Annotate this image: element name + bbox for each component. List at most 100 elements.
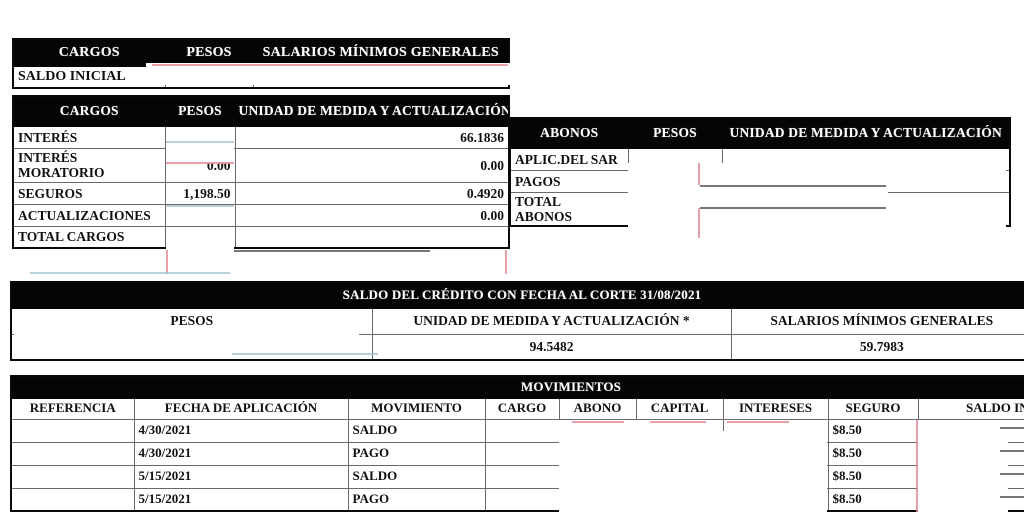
col-header-uma: UNIDAD DE MEDIDA Y ACTUALIZACIÓN [721,117,1011,149]
cell-pagos-pesos [627,169,723,193]
col-header-abonos: ABONOS [509,117,629,149]
saldo-inicial-table: CARGOS PESOS SALARIOS MÍNIMOS GENERALES … [12,38,510,90]
table-row: PAGOS [509,169,1011,193]
cell-abono [558,441,637,466]
row-label-interes-moratorio: INTERÉS MORATORIO [12,147,166,183]
cell-pagos-uma [721,169,1011,193]
table-row: APLIC.DEL SAR [509,147,1011,171]
cell-aplic-del-sar-pesos [627,147,723,171]
cell-saldo-insoluto [917,464,1024,489]
cell-fecha: 5/15/2021 [133,487,349,512]
cell-cargo [484,487,560,512]
cell-interes-pesos [164,125,236,149]
cell-interes-uma: 66.1836 [234,125,510,149]
abonos-table: ABONOS PESOS UNIDAD DE MEDIDA Y ACTUALIZ… [509,117,1011,228]
label-line-2: MORATORIO [18,165,105,181]
cell-saldo-insoluto [917,418,1024,443]
col-header-pesos: PESOS [164,95,236,127]
movimientos-title: MOVIMIENTOS [10,375,1024,399]
cell-seguros-uma: 0.4920 [234,181,510,205]
col-header-saldo-insoluto: SALDO INSOLUTO [917,397,1024,420]
movimientos-table: MOVIMIENTOS REFERENCIA FECHA DE APLICACI… [10,375,1024,512]
col-header-uma: UNIDAD DE MEDIDA Y ACTUALIZACIÓN [234,95,510,127]
cell-fecha: 5/15/2021 [133,464,349,489]
col-header-fecha-aplicacion: FECHA DE APLICACIÓN [133,397,349,420]
saldo-credito-title-row: SALDO DEL CRÉDITO CON FECHA AL CORTE 31/… [10,281,1024,309]
cargos-header-row: CARGOS PESOS UNIDAD DE MEDIDA Y ACTUALIZ… [12,95,510,127]
row-label-aplic-del-sar: APLIC.DEL SAR [509,147,629,171]
cell-referencia [10,418,135,443]
cell-capital [635,441,724,466]
table-row: INTERÉS 66.1836 [12,125,510,149]
cell-total-abonos-uma [721,191,1011,227]
cell-intereses [722,487,829,512]
cell-capital [635,487,724,512]
col-header-seguro: SEGURO [827,397,919,420]
cell-intereses [722,418,829,443]
cell-seguro: $8.50 [827,418,919,443]
cell-seguro: $8.50 [827,441,919,466]
col-header-cargos: CARGOS [12,38,166,67]
cell-actualizaciones-pesos [164,203,236,227]
cell-interes-moratorio-uma: 0.00 [234,147,510,183]
col-header-capital: CAPITAL [635,397,724,420]
cell-aplic-del-sar-uma [721,147,1011,171]
label-line-1: INTERÉS [18,149,78,165]
movimientos-header-row: REFERENCIA FECHA DE APLICACIÓN MOVIMIENT… [10,397,1024,420]
cell-cargo [484,418,560,443]
cargos-table: CARGOS PESOS UNIDAD DE MEDIDA Y ACTUALIZ… [12,95,510,250]
saldo-credito-title: SALDO DEL CRÉDITO CON FECHA AL CORTE 31/… [10,281,1024,309]
col-header-movimiento: MOVIMIENTO [347,397,486,420]
col-header-pesos: PESOS [10,307,373,335]
scan-teal-line [30,272,230,274]
table-row: SALDO INICIAL [12,65,510,89]
cell-referencia [10,464,135,489]
col-header-referencia: REFERENCIA [10,397,135,420]
cell-referencia [10,487,135,512]
cell-intereses [722,464,829,489]
col-header-cargo: CARGO [484,397,560,420]
cell-referencia [10,441,135,466]
cell-capital [635,464,724,489]
cell-cargo [484,464,560,489]
cell-movimiento: SALDO [347,418,486,443]
cell-saldo-insoluto [917,487,1024,512]
cell-total-abonos-pesos [627,191,723,227]
cell-abono [558,418,637,443]
cell-capital [635,418,724,443]
cell-fecha: 4/30/2021 [133,441,349,466]
col-header-cargos: CARGOS [12,95,166,127]
scan-grey-line [234,250,430,252]
cell-actualizaciones-uma: 0.00 [234,203,510,227]
row-label-seguros: SEGUROS [12,181,166,205]
cell-movimiento: PAGO [347,441,486,466]
table-row: 5/15/2021 PAGO $8.50 [10,487,1024,512]
col-header-uma: UNIDAD DE MEDIDA Y ACTUALIZACIÓN * [371,307,732,335]
cell-seguros-pesos: 1,198.50 [164,181,236,205]
cell-saldo-insoluto [917,441,1024,466]
label-line-1: TOTAL [515,193,562,209]
table-row: SEGUROS 1,198.50 0.4920 [12,181,510,205]
label-line-2: ABONOS [515,208,573,224]
cell-total-cargos-uma [234,225,510,249]
saldo-credito-header-row: PESOS UNIDAD DE MEDIDA Y ACTUALIZACIÓN *… [10,307,1024,335]
col-header-abono: ABONO [558,397,637,420]
cell-saldo-pesos [10,333,373,361]
cell-cargo [484,441,560,466]
cell-abono [558,487,637,512]
table-row: 4/30/2021 SALDO $8.50 [10,418,1024,443]
cell-saldo-smg: 59.7983 [730,333,1024,361]
table-row: 5/15/2021 SALDO $8.50 [10,464,1024,489]
table-row: TOTAL CARGOS [12,225,510,249]
row-label-saldo-inicial: SALDO INICIAL [12,65,166,89]
abonos-header-row: ABONOS PESOS UNIDAD DE MEDIDA Y ACTUALIZ… [509,117,1011,149]
cell-saldo-uma: 94.5482 [371,333,732,361]
cell-movimiento: PAGO [347,487,486,512]
row-label-pagos: PAGOS [509,169,629,193]
col-header-pesos: PESOS [164,38,254,67]
row-label-total-abonos: TOTAL ABONOS [509,191,629,227]
table-row: ACTUALIZACIONES 0.00 [12,203,510,227]
cell-seguro: $8.50 [827,464,919,489]
col-header-intereses: INTERESES [722,397,829,420]
movimientos-title-row: MOVIMIENTOS [10,375,1024,399]
